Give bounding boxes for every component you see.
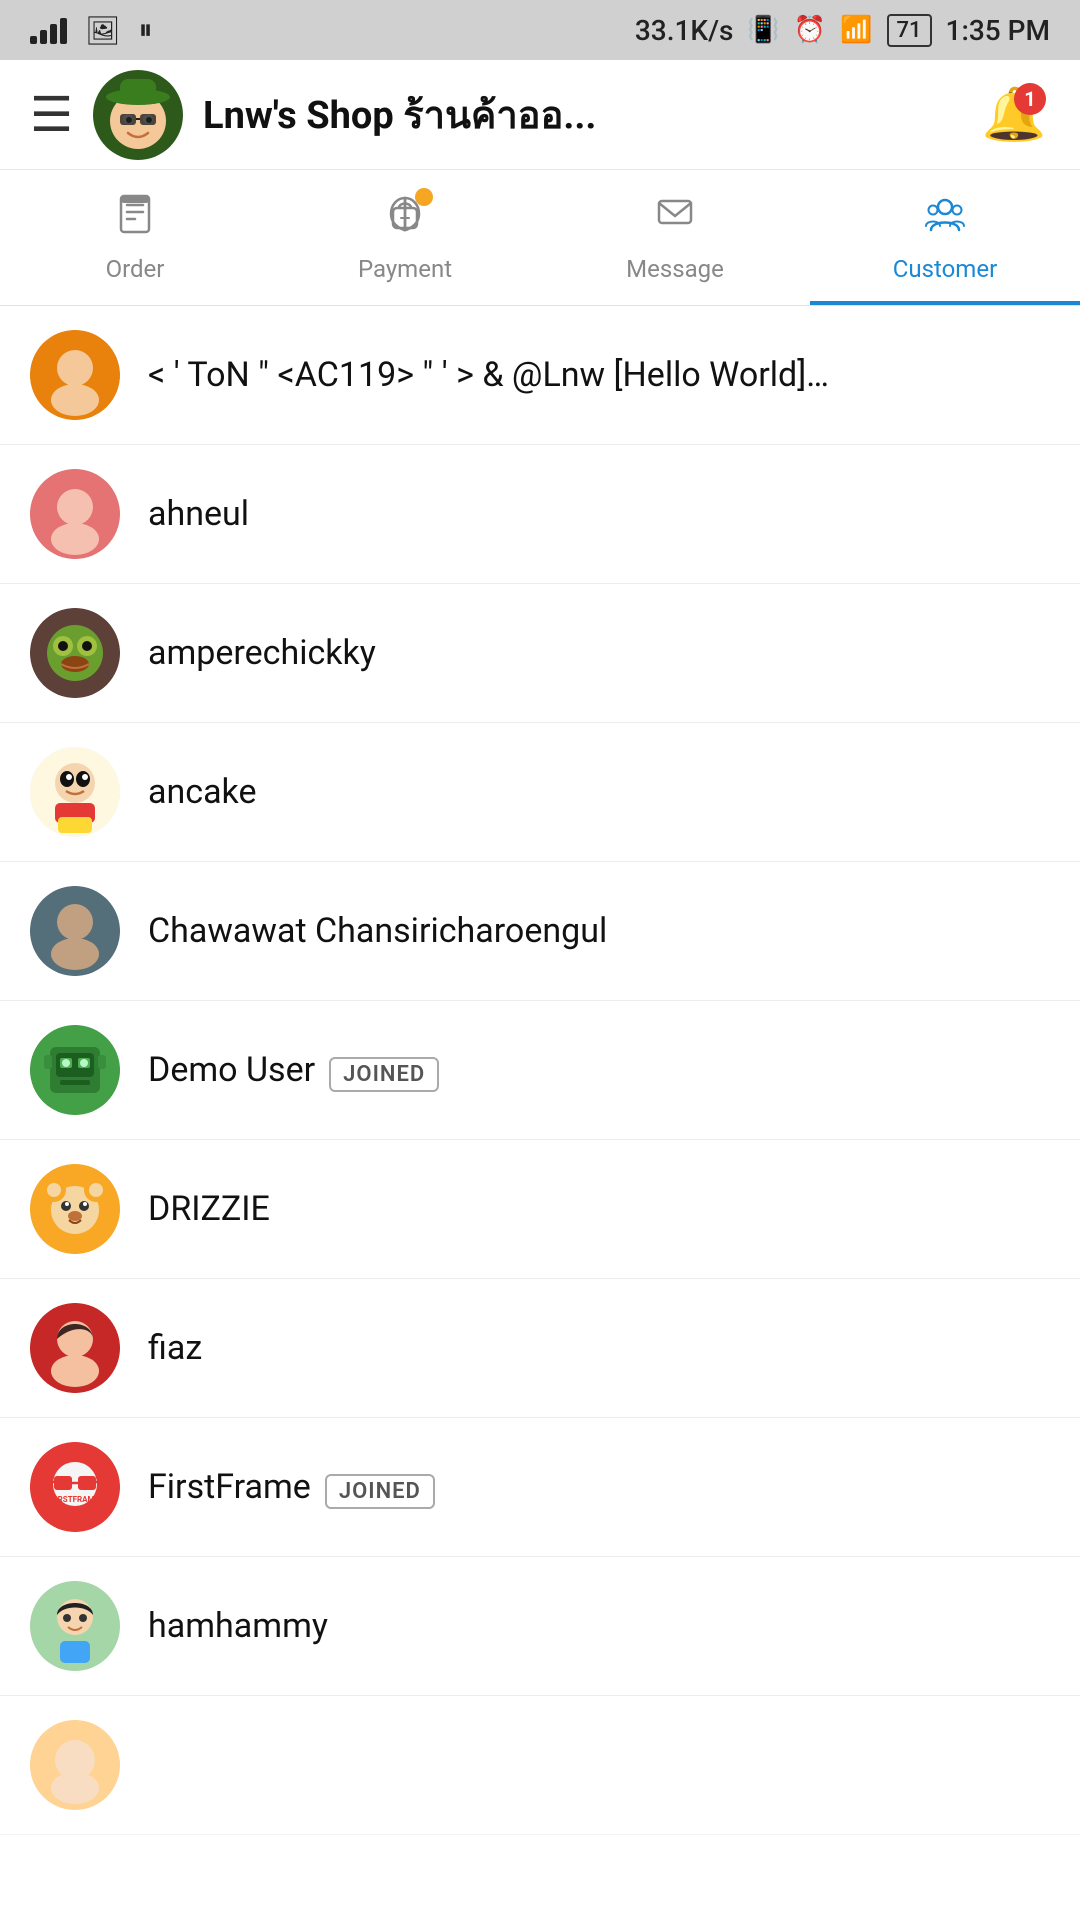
order-tab-icon — [113, 192, 157, 247]
list-item[interactable]: < ' ToN " <AC119> " ' > & @Lnw [Hello Wo… — [0, 306, 1080, 445]
list-item[interactable]: DRIZZIE — [0, 1140, 1080, 1279]
status-right: 33.1K/s 📳 ⏰ 📶 71 1:35 PM — [635, 14, 1050, 47]
signal-icon — [30, 16, 67, 44]
notification-button[interactable]: 🔔 1 — [978, 79, 1050, 151]
list-item[interactable]: ancake — [0, 723, 1080, 862]
list-item[interactable] — [0, 1696, 1080, 1835]
list-item[interactable]: Chawawat Chansiricharoengul — [0, 862, 1080, 1001]
avatar — [30, 1720, 120, 1810]
wifi-icon: 📶 — [840, 15, 872, 45]
customer-name: ancake — [148, 772, 1050, 812]
list-item[interactable]: Demo UserJOINED — [0, 1001, 1080, 1140]
pause-icon: ⏸ — [139, 13, 153, 47]
avatar — [30, 886, 120, 976]
customer-name: FirstFrameJOINED — [148, 1467, 1050, 1507]
status-left: 🖼 ⏸ — [30, 13, 153, 47]
message-tab-icon — [653, 192, 697, 247]
list-item[interactable]: ahneul — [0, 445, 1080, 584]
tab-customer[interactable]: Customer — [810, 170, 1080, 305]
customer-tab-label: Customer — [893, 255, 997, 283]
customer-name: Chawawat Chansiricharoengul — [148, 911, 1050, 951]
alarm-icon: ⏰ — [794, 15, 826, 45]
payment-tab-label: Payment — [358, 255, 452, 283]
payment-tab-icon — [383, 192, 427, 247]
tab-payment[interactable]: Payment — [270, 170, 540, 305]
list-item[interactable]: hamhammy — [0, 1557, 1080, 1696]
order-tab-label: Order — [106, 255, 165, 283]
joined-badge: JOINED — [325, 1474, 435, 1509]
avatar — [30, 1581, 120, 1671]
customer-name: < ' ToN " <AC119> " ' > & @Lnw [Hello Wo… — [148, 355, 1050, 395]
notification-badge: 1 — [1014, 83, 1046, 115]
battery-icon: 71 — [887, 14, 932, 47]
customer-name: DRIZZIE — [148, 1189, 1050, 1229]
customer-name: ahneul — [148, 494, 1050, 534]
avatar — [30, 330, 120, 420]
avatar — [30, 1025, 120, 1115]
customer-name: amperechickky — [148, 633, 1050, 673]
status-bar: 🖼 ⏸ 33.1K/s 📳 ⏰ 📶 71 1:35 PM — [0, 0, 1080, 60]
avatar — [30, 1164, 120, 1254]
customer-name: hamhammy — [148, 1606, 1050, 1646]
customer-list: < ' ToN " <AC119> " ' > & @Lnw [Hello Wo… — [0, 306, 1080, 1835]
list-item[interactable]: amperechickky — [0, 584, 1080, 723]
tab-bar: Order Payment Message — [0, 170, 1080, 306]
avatar — [30, 1303, 120, 1393]
avatar — [30, 469, 120, 559]
avatar — [30, 608, 120, 698]
customer-name: fiaz — [148, 1328, 1050, 1368]
customer-name: Demo UserJOINED — [148, 1050, 1050, 1090]
shop-logo — [93, 70, 183, 160]
image-icon: 🖼 — [85, 14, 121, 47]
tab-order[interactable]: Order — [0, 170, 270, 305]
network-speed: 33.1K/s — [635, 14, 734, 47]
shop-name-text: Lnw's Shop ร้านค้าออ... — [203, 84, 958, 145]
svg-text:FIRSTFRAME: FIRSTFRAME — [51, 1495, 100, 1504]
joined-badge: JOINED — [329, 1057, 439, 1092]
list-item[interactable]: FIRSTFRAME FirstFrameJOINED — [0, 1418, 1080, 1557]
avatar: FIRSTFRAME — [30, 1442, 120, 1532]
menu-button[interactable]: ☰ — [30, 91, 73, 139]
avatar — [30, 747, 120, 837]
vibrate-icon: 📳 — [747, 15, 779, 45]
message-tab-label: Message — [626, 255, 724, 283]
payment-dot — [415, 188, 433, 206]
header: ☰ Lnw's Shop ร้านค้าออ... 🔔 1 — [0, 60, 1080, 170]
list-item[interactable]: fiaz — [0, 1279, 1080, 1418]
time-display: 1:35 PM — [946, 14, 1050, 47]
tab-message[interactable]: Message — [540, 170, 810, 305]
customer-tab-icon — [923, 192, 967, 247]
